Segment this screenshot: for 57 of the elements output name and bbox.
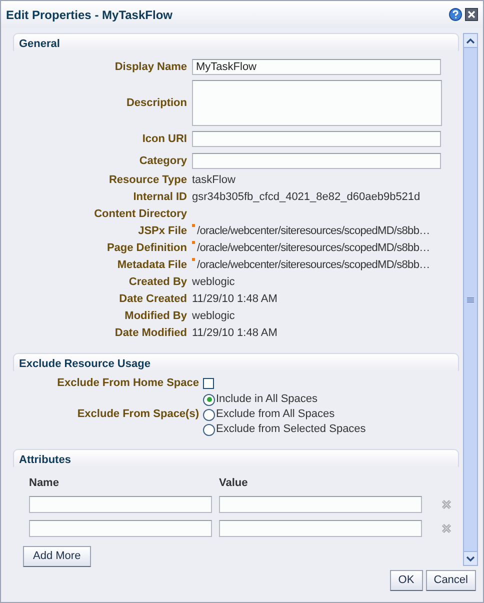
field-label: Category (138, 154, 188, 168)
help-icon[interactable] (449, 8, 462, 21)
field-label: JSPx File (137, 224, 188, 239)
field-label: Date Created (118, 292, 188, 307)
delete-icon[interactable] (441, 522, 452, 534)
value-field[interactable] (219, 520, 422, 537)
radio-option[interactable]: Exclude from Selected Spaces (203, 422, 366, 438)
change-marker-icon (192, 241, 195, 244)
field-label: Resource Type (108, 173, 188, 188)
change-marker-icon (192, 258, 195, 261)
dialog-button[interactable]: OK (390, 570, 423, 591)
grip-icon (467, 296, 474, 302)
field-label: Exclude From Space(s) (76, 407, 200, 422)
field-label: Internal ID (132, 190, 188, 205)
add-more-button[interactable]: Add More (23, 546, 91, 567)
field-label: Page Definition (106, 241, 188, 256)
text-area[interactable] (192, 80, 442, 126)
section-title: Attributes (19, 452, 71, 467)
close-icon[interactable] (465, 8, 478, 21)
section-title: Exclude Resource Usage (19, 356, 150, 370)
field-value: taskFlow (192, 173, 236, 188)
file-path: /oracle/webcenter/siteresources/scopedMD/s8bb… (192, 240, 430, 256)
dialog-button[interactable]: Cancel (426, 570, 476, 591)
section-title: General (19, 36, 60, 51)
field-value: gsr34b305fb_cfcd_4021_8e82_d60aeb9b521d (192, 190, 420, 205)
radio-option[interactable]: Include in All Spaces (203, 392, 366, 408)
field-value: 11/29/10 1:48 AM (192, 292, 278, 307)
change-marker-icon (192, 224, 195, 227)
scrollbar[interactable] (463, 33, 478, 566)
text-field[interactable]: MyTaskFlow (192, 58, 441, 75)
text-field[interactable] (192, 130, 441, 147)
column-header: Value (219, 476, 248, 489)
field-value: weblogic (192, 275, 235, 290)
text-field[interactable] (192, 152, 441, 169)
field-label: Icon URI (141, 132, 188, 146)
window-title: Edit Properties - MyTaskFlow (6, 6, 172, 24)
column-header: Name (29, 476, 60, 489)
field-label: Content Directory (93, 207, 188, 222)
field-label: Date Modified (114, 326, 188, 341)
scroll-down-icon[interactable] (464, 551, 477, 565)
field-value: weblogic (192, 309, 235, 324)
field-label: Description (125, 96, 188, 110)
field-value: 11/29/10 1:48 AM (192, 326, 278, 341)
file-path: /oracle/webcenter/siteresources/scopedMD/s8bb… (192, 223, 430, 240)
field-label: Modified By (124, 309, 188, 324)
field-label: Display Name (114, 60, 188, 74)
field-label: Created By (128, 275, 188, 290)
delete-icon[interactable] (441, 498, 452, 510)
value-field[interactable] (219, 496, 422, 513)
scroll-up-icon[interactable] (464, 34, 477, 48)
field-label: Metadata File (116, 258, 188, 273)
checkbox[interactable] (203, 378, 214, 389)
file-path: /oracle/webcenter/siteresources/scopedMD/s8bb… (192, 257, 430, 274)
name-field[interactable] (29, 496, 212, 513)
field-label: Exclude From Home Space (56, 376, 200, 392)
name-field[interactable] (29, 520, 212, 537)
radio-option[interactable]: Exclude from All Spaces (203, 407, 366, 422)
